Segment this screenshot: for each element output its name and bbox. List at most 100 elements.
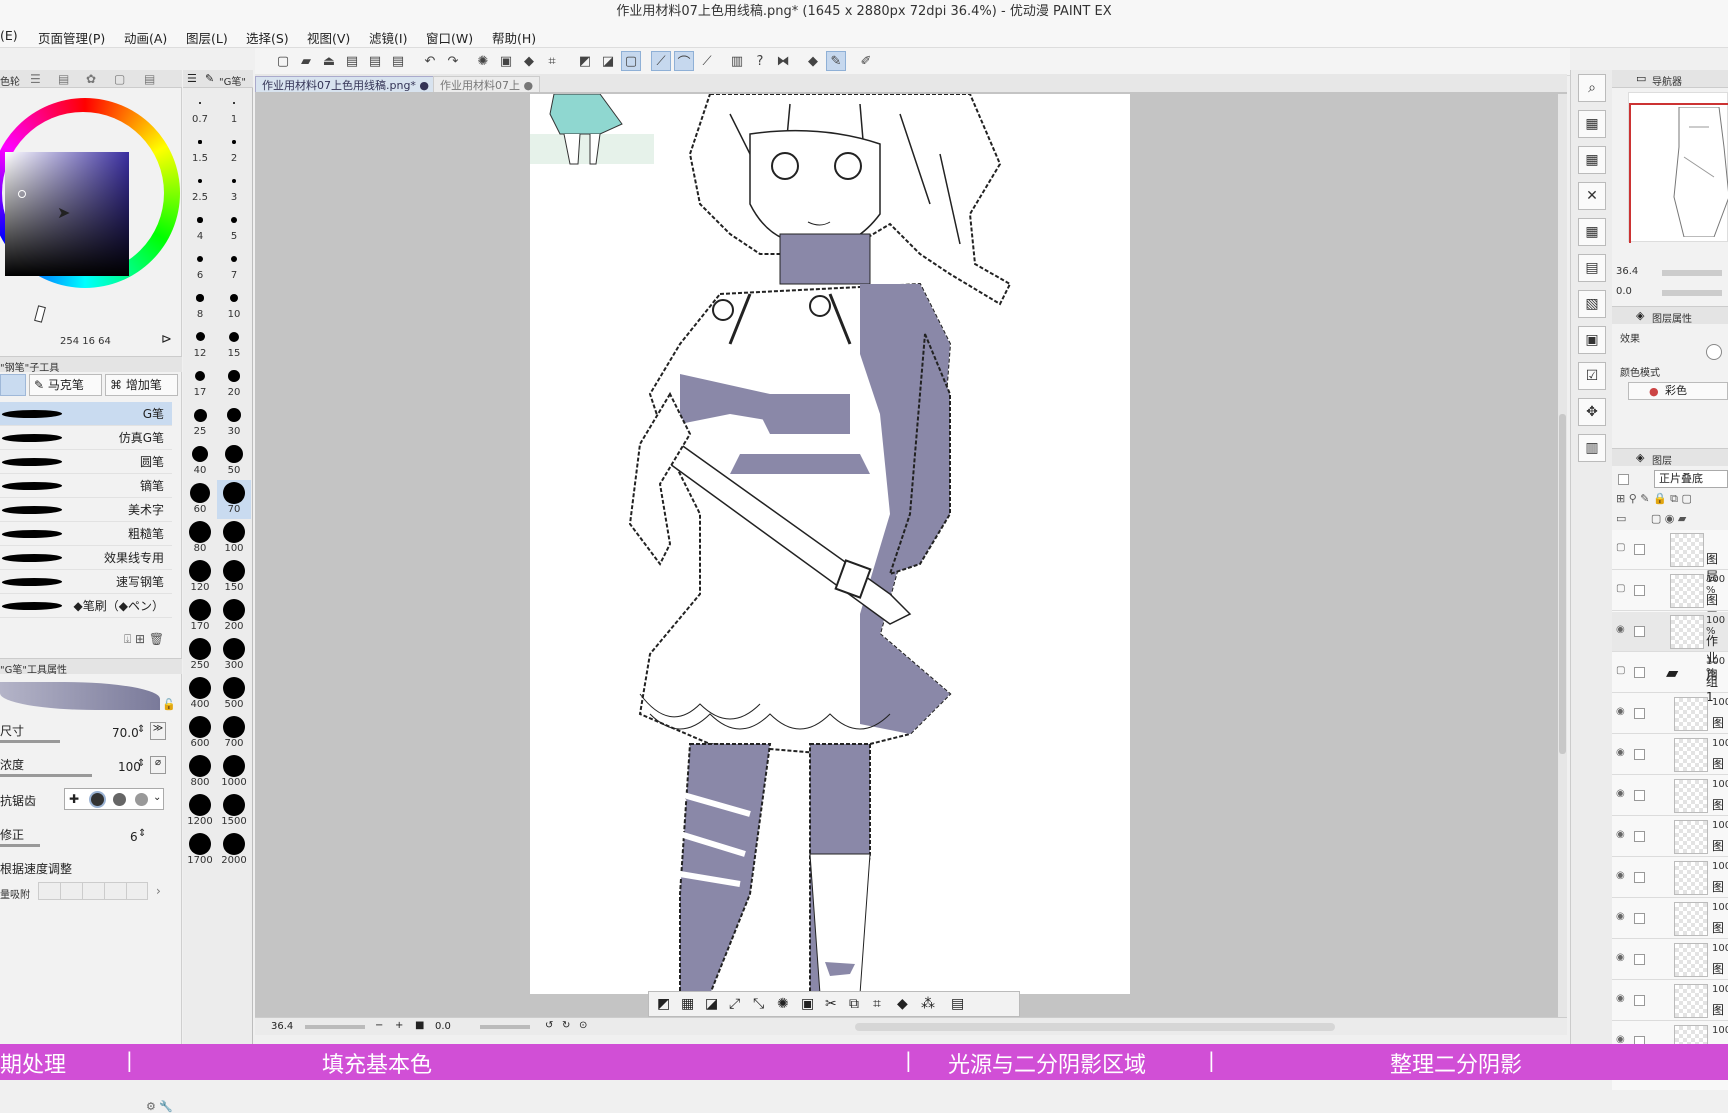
invert-icon[interactable]: ◪	[705, 996, 718, 1012]
menu-animation[interactable]: 动画(A)	[124, 28, 167, 47]
transform-icon[interactable]: ⌗	[542, 51, 562, 71]
show-selection-icon[interactable]: ▢	[621, 51, 641, 71]
size-value[interactable]: 70.0	[112, 726, 139, 740]
snap-buttons[interactable]	[38, 882, 148, 900]
brush-item-mapping-pen[interactable]: 镝笔	[0, 474, 172, 498]
material-icon[interactable]: ▦	[1578, 146, 1606, 174]
undo-icon[interactable]: ↶	[420, 51, 440, 71]
layer-row[interactable]: ▢100 %图层	[1612, 571, 1728, 624]
angle-value[interactable]: 0.0	[435, 1021, 451, 1032]
help-icon[interactable]: ?	[750, 51, 770, 71]
approx-color-icon[interactable]: ✿	[86, 72, 96, 86]
history-icon[interactable]: ▢	[114, 72, 125, 86]
layer-row[interactable]: ◉ 100 图	[1612, 694, 1728, 734]
brush-size-option[interactable]: 15	[217, 324, 251, 363]
rotate-right-icon[interactable]: ↻	[562, 1020, 570, 1031]
clear-icon[interactable]: ▣	[496, 51, 516, 71]
transform-icon[interactable]: ⌗	[873, 996, 881, 1012]
brush-size-option[interactable]: 2	[217, 129, 251, 168]
brush-size-option[interactable]: 1700	[183, 831, 217, 870]
sub-view-icon[interactable]: ▤	[144, 72, 155, 86]
save-icon[interactable]: ⏏	[319, 51, 339, 71]
clear-icon[interactable]: ▣	[801, 996, 814, 1012]
brush-size-option[interactable]: 700	[217, 714, 251, 753]
color-set-icon[interactable]: ☰	[30, 72, 41, 86]
color-wheel-tab[interactable]: 色轮	[0, 73, 20, 88]
layer-row[interactable]: ◉ 100 % 作业用	[1612, 612, 1728, 682]
shrink-icon[interactable]: ⤡	[753, 996, 764, 1012]
menu-view[interactable]: 视图(V)	[307, 28, 350, 47]
expand-icon[interactable]: ⤢	[729, 996, 740, 1012]
layer-row[interactable]: ◉ 100 图	[1612, 940, 1728, 980]
color-mode-button[interactable]: ● 彩色	[1628, 382, 1728, 400]
rotate-left-icon[interactable]: ↺	[545, 1020, 553, 1031]
brush-size-option[interactable]: 2.5	[183, 168, 217, 207]
antialias-mid-icon[interactable]	[113, 793, 126, 806]
speed-adjust-label[interactable]: 根据速度调整	[0, 860, 72, 877]
brush-item-sketch-pen[interactable]: 速写钢笔	[0, 570, 172, 594]
deselect-icon[interactable]: ◩	[657, 996, 670, 1012]
brush-size-option[interactable]: 8	[183, 285, 217, 324]
new-file-icon[interactable]: ▢	[273, 51, 293, 71]
menu-help[interactable]: 帮助(H)	[492, 28, 536, 47]
size-dropdown-icon[interactable]: ≫	[150, 722, 166, 740]
brush-size-option[interactable]: 40	[183, 441, 217, 480]
antialias-chevron-icon[interactable]: ⌄	[153, 792, 161, 803]
layer-row[interactable]: ▢ ▰ 100 % 组 1	[1612, 653, 1728, 704]
canvas-paper[interactable]	[530, 93, 1130, 995]
brush-size-option[interactable]: 60	[183, 480, 217, 519]
layer-row[interactable]: ◉ 100 图	[1612, 899, 1728, 939]
menu-layer[interactable]: 图层(L)	[186, 28, 228, 47]
brush-size-option[interactable]: 70	[217, 480, 251, 519]
size-stepper-icon[interactable]: ⇕	[137, 724, 145, 735]
blend-mode-select[interactable]: 正片叠底	[1654, 470, 1728, 488]
zoom-out-icon[interactable]: −	[375, 1020, 383, 1031]
eye-icon[interactable]: ◉	[1616, 747, 1625, 758]
lock-icon[interactable]: 🔓	[162, 698, 176, 711]
reset-rotation-icon[interactable]: ⊙	[579, 1020, 587, 1031]
eyedropper-icon[interactable]: ✐	[856, 51, 876, 71]
brush-size-option[interactable]: 250	[183, 636, 217, 675]
export-png-icon[interactable]: ▤	[365, 51, 385, 71]
menu-select[interactable]: 选择(S)	[246, 28, 289, 47]
fill-icon[interactable]: ◆	[519, 51, 539, 71]
invert-selection-icon[interactable]: ◪	[598, 51, 618, 71]
layer-lock-checkbox[interactable]	[1634, 626, 1645, 637]
brush-size-option[interactable]: 50	[217, 441, 251, 480]
loading-icon[interactable]: ✺	[777, 996, 789, 1012]
search-icon[interactable]: ⌕	[1578, 74, 1606, 102]
brush-size-tab-label[interactable]: "G笔"	[219, 73, 246, 88]
open-file-icon[interactable]: ▰	[296, 51, 316, 71]
cut-icon[interactable]: ✂	[825, 996, 837, 1012]
subtool-pen-tab[interactable]	[0, 374, 26, 396]
brush-size-option[interactable]: 800	[183, 753, 217, 792]
brush-size-option[interactable]: 17	[183, 363, 217, 402]
loading-icon[interactable]: ✺	[473, 51, 493, 71]
brush-item-diamond-brush[interactable]: ◆笔刷（◆ペン）	[0, 594, 172, 618]
stop-icon[interactable]: ■	[415, 1020, 424, 1031]
size-slider[interactable]	[0, 740, 60, 743]
layer-row[interactable]: ▢ 图层	[1612, 530, 1728, 583]
brush-size-option[interactable]: 2000	[217, 831, 251, 870]
layer-lock-checkbox[interactable]	[1634, 831, 1645, 842]
brush-item-real-g-pen[interactable]: 仿真G笔	[0, 426, 172, 450]
menu-window[interactable]: 窗口(W)	[426, 28, 473, 47]
snap-grid-icon[interactable]: ⟋	[697, 51, 717, 71]
antialias-weak-icon[interactable]	[91, 793, 104, 806]
pen-mode-icon[interactable]: ✎	[826, 51, 846, 71]
layer-lock-checkbox[interactable]	[1634, 667, 1645, 678]
menu-page[interactable]: 页面管理(P)	[38, 28, 105, 47]
brush-size-option[interactable]: 4	[183, 207, 217, 246]
subtool-footer-icons[interactable]: ⍗ ⊞ 🗑	[124, 632, 164, 647]
brush-size-option[interactable]: 1000	[217, 753, 251, 792]
zoom-in-icon[interactable]: +	[395, 1020, 403, 1031]
correction-value[interactable]: 6	[130, 830, 138, 844]
brush-size-option[interactable]: 100	[217, 519, 251, 558]
hue-handle[interactable]	[34, 305, 46, 323]
brush-size-option[interactable]: 10	[217, 285, 251, 324]
export-jpg-icon[interactable]: ▤	[342, 51, 362, 71]
layer-row[interactable]: ◉ 100 图	[1612, 858, 1728, 898]
brush-item-calligraphy[interactable]: 美术字	[0, 498, 172, 522]
launcher-settings-icon[interactable]: ▤	[951, 996, 964, 1012]
eye-icon[interactable]: ▢	[1616, 665, 1625, 676]
